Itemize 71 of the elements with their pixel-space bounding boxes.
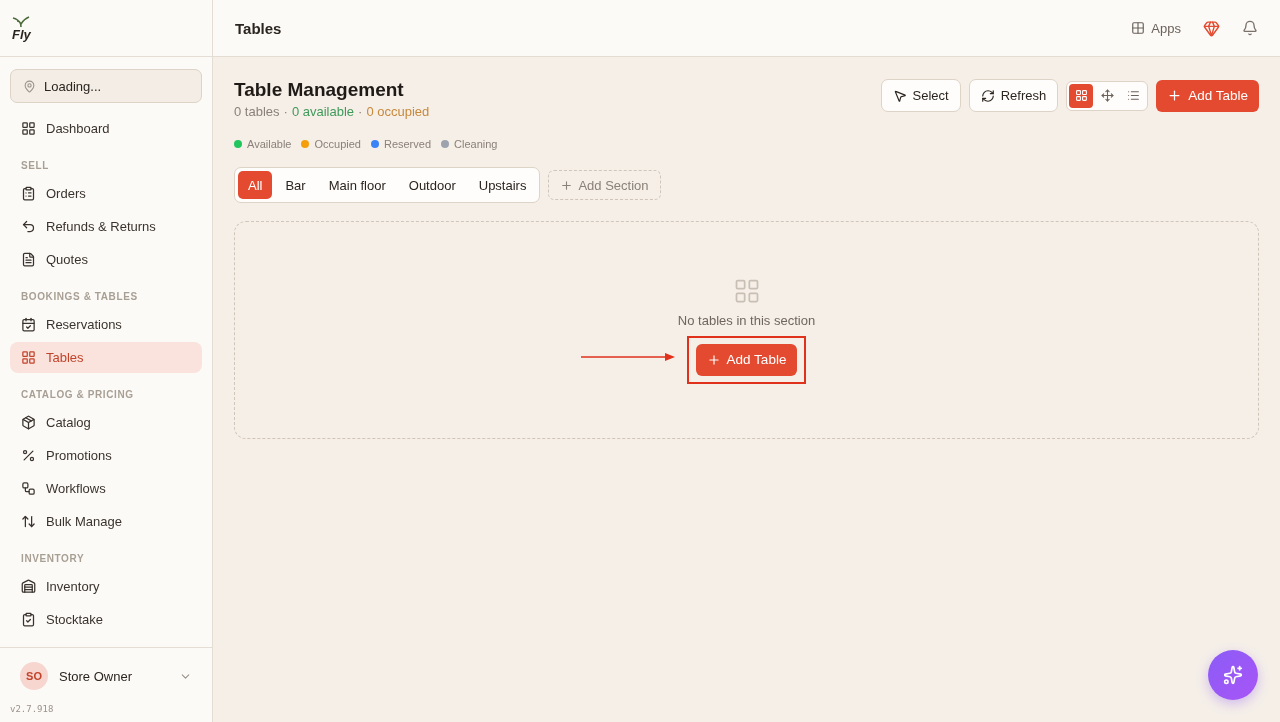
section-tab[interactable]: All [238, 171, 273, 199]
nav-item[interactable]: Orders [10, 178, 202, 209]
grid-icon [21, 350, 36, 365]
nav-item[interactable]: Refunds & Returns [10, 211, 202, 242]
nav-item[interactable]: Bulk Manage [10, 506, 202, 537]
user-menu[interactable]: SO Store Owner [10, 662, 202, 690]
summary-text: · [283, 104, 288, 119]
nav-section-heading: BOOKINGS & TABLES [20, 290, 139, 304]
clipboard-icon [21, 612, 36, 627]
grid-icon [21, 121, 36, 136]
grid-view-button[interactable] [1069, 83, 1094, 108]
page-title: Tables [235, 19, 282, 37]
summary-text: 0 occupied [366, 104, 430, 119]
warehouse-icon [21, 579, 36, 594]
empty-message: No tables in this section [677, 312, 816, 328]
nav-item[interactable]: Tables [10, 342, 202, 373]
summary-text: · [358, 104, 363, 119]
undo-icon [21, 219, 36, 234]
workflow-icon [21, 481, 36, 496]
refresh-icon [980, 88, 995, 103]
notifications-icon[interactable] [1242, 20, 1258, 36]
apps-link[interactable]: Apps [1131, 20, 1181, 36]
user-avatar: SO [20, 662, 48, 690]
calendar-icon [21, 317, 36, 332]
grid-icon [1074, 89, 1088, 102]
box-icon [21, 415, 36, 430]
sparkles-icon [1223, 665, 1243, 685]
legend-label: Cleaning [454, 138, 498, 150]
refresh-button[interactable]: Refresh [968, 79, 1059, 112]
nav-item[interactable]: Reservations [10, 309, 202, 340]
nav-item[interactable]: Dashboard [10, 113, 202, 144]
legend-label: Available [247, 138, 292, 150]
nav-section-heading: CATALOG & PRICING [20, 388, 135, 402]
nav-item[interactable]: Quotes [10, 244, 202, 275]
legend-label: Occupied [314, 138, 361, 150]
clipboard-icon [21, 186, 36, 201]
summary-text: 0 available [291, 104, 355, 119]
grid-icon [1131, 21, 1146, 35]
map-pin-icon [23, 79, 36, 93]
nav-item[interactable]: Stocktake [10, 604, 202, 635]
document-icon [21, 252, 36, 267]
nav-section-heading: SELL [20, 159, 50, 173]
nav-item[interactable]: Inventory [10, 571, 202, 602]
add-table-button[interactable]: Add Table [695, 343, 798, 376]
nav-item[interactable]: Catalog [10, 407, 202, 438]
section-tab[interactable]: Bar [275, 171, 316, 199]
nav-section-heading: INVENTORY [20, 552, 86, 566]
plus-icon [1167, 88, 1183, 103]
percent-icon [21, 448, 36, 463]
legend-label: Reserved [383, 138, 431, 150]
section-tab[interactable]: Upstairs [468, 171, 537, 199]
nav-item[interactable]: Promotions [10, 440, 202, 471]
plus-icon [706, 352, 721, 367]
section-tab[interactable]: Main floor [318, 171, 396, 199]
gem-icon[interactable] [1203, 19, 1220, 37]
select-button[interactable]: Select [880, 79, 961, 112]
logo: Fly [12, 15, 31, 41]
section-tab[interactable]: Outdoor [398, 171, 466, 199]
nav-item[interactable]: Workflows [10, 473, 202, 504]
location-selector[interactable]: Loading... [10, 69, 202, 103]
arrows-icon [21, 514, 36, 529]
summary-text: 0 tables [234, 104, 280, 119]
plus-icon [560, 178, 574, 192]
section-title: Table Management [234, 79, 405, 101]
cursor-icon [892, 88, 907, 103]
list-icon [1126, 89, 1140, 102]
move-icon [1100, 89, 1114, 102]
add-section-button[interactable]: Add Section [548, 170, 661, 200]
assistant-button[interactable] [1208, 650, 1258, 700]
version-label: v2.7.918 [10, 704, 55, 714]
add-table-button[interactable]: Add Table [1156, 79, 1259, 112]
